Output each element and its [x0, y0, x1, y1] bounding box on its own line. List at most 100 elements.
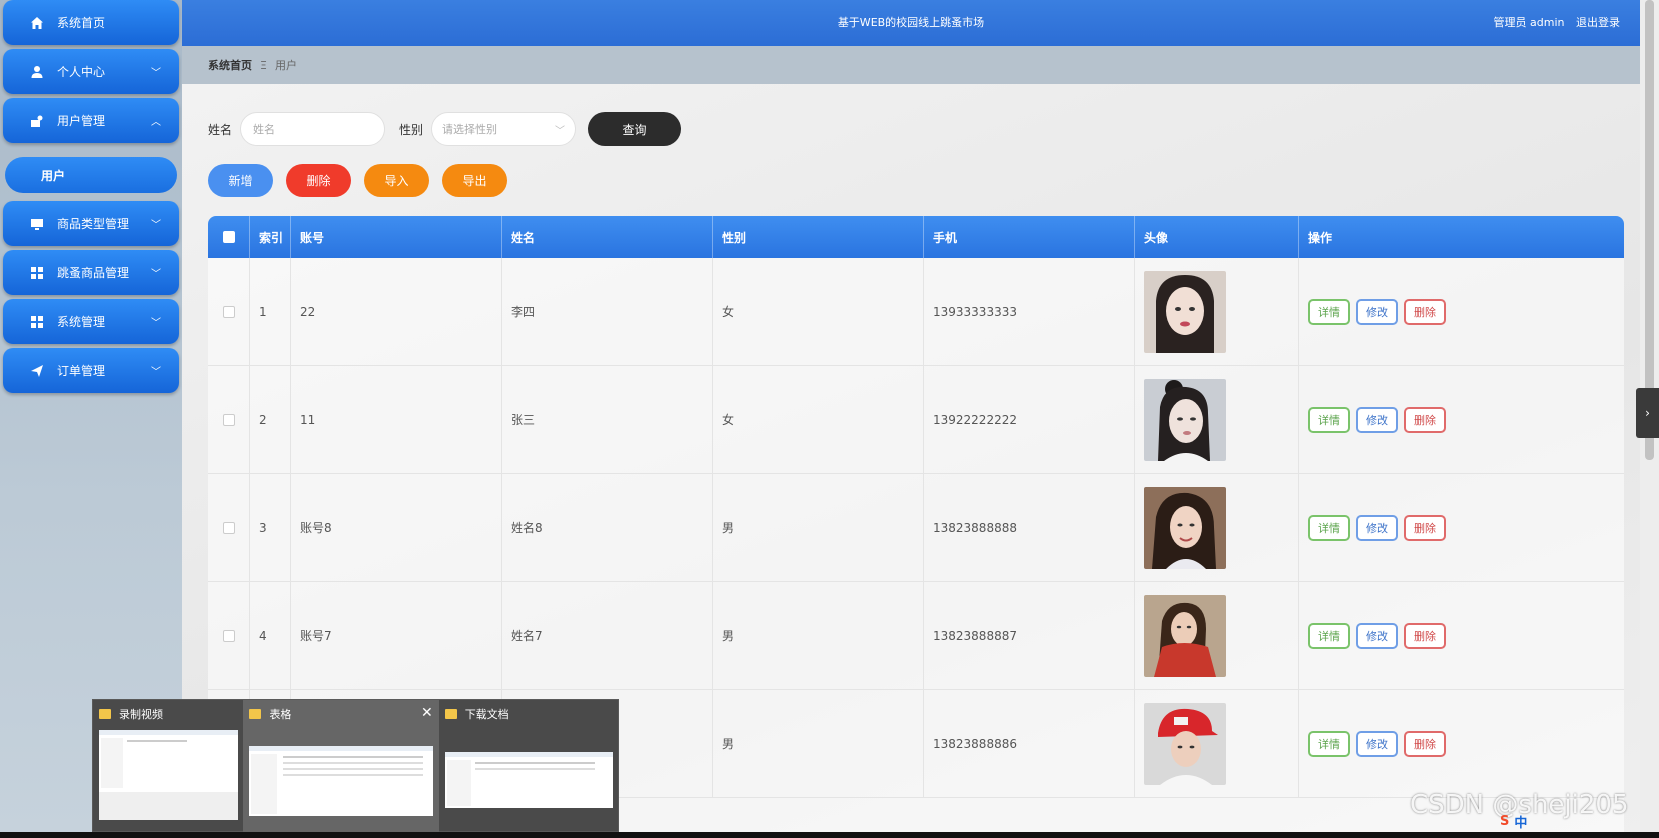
- edit-button[interactable]: 修改: [1356, 514, 1398, 541]
- gender-label: 性别: [399, 122, 424, 137]
- batch-delete-button[interactable]: 删除: [286, 164, 351, 197]
- avatar-image: [1144, 486, 1226, 569]
- logout-link[interactable]: 退出登录: [1576, 16, 1620, 29]
- chevron-down-icon: ﹀: [151, 269, 161, 280]
- delete-button[interactable]: 删除: [1404, 406, 1446, 433]
- table-row: 3 账号8 姓名8 男 13823888888 详情 修改 删除: [208, 474, 1624, 582]
- gender-select[interactable]: 请选择性别 ﹀: [431, 112, 577, 146]
- header-gender: 性别: [713, 216, 924, 258]
- sidebar-item-product-type[interactable]: 商品类型管理 ﹀: [3, 201, 179, 246]
- name-label: 姓名: [208, 122, 233, 137]
- export-button[interactable]: 导出: [442, 164, 507, 197]
- avatar-image: [1144, 594, 1226, 677]
- cell-name: 姓名7: [502, 582, 713, 689]
- row-checkbox[interactable]: [222, 521, 235, 534]
- name-search-input[interactable]: 姓名: [240, 112, 386, 146]
- chevron-right-icon: ›: [1645, 406, 1650, 420]
- chevron-down-icon: ﹀: [555, 126, 566, 137]
- ime-language: 中: [1514, 816, 1528, 831]
- cell-gender: 男: [713, 690, 924, 797]
- row-checkbox[interactable]: [222, 305, 235, 318]
- row-checkbox[interactable]: [222, 413, 235, 426]
- breadcrumb: 系统首页 Ξ 用户: [182, 46, 1640, 84]
- breadcrumb-home[interactable]: 系统首页: [208, 57, 252, 73]
- row-select-cell: [208, 474, 250, 581]
- taskbar-preview-window[interactable]: 表格 ✕: [243, 700, 439, 833]
- chevron-down-icon: ﹀: [151, 68, 161, 79]
- cell-phone: 13922222222: [924, 366, 1135, 473]
- folder-icon: [99, 709, 111, 719]
- gender-placeholder: 请选择性别: [442, 123, 498, 136]
- detail-button[interactable]: 详情: [1308, 730, 1350, 757]
- edit-button[interactable]: 修改: [1356, 622, 1398, 649]
- cell-operations: 详情 修改 删除: [1299, 474, 1624, 581]
- grid-icon: [29, 265, 45, 281]
- close-icon[interactable]: ✕: [421, 705, 433, 721]
- sidebar-item-label: 个人中心: [57, 65, 106, 79]
- preview-thumbnail: [444, 752, 613, 808]
- row-checkbox[interactable]: [222, 629, 235, 642]
- sidebar-item-system[interactable]: 系统管理 ﹀: [3, 299, 179, 344]
- cell-account: 22: [291, 258, 502, 365]
- cell-operations: 详情 修改 删除: [1299, 582, 1624, 689]
- select-all-checkbox[interactable]: [222, 231, 235, 243]
- sidebar-item-label: 系统管理: [57, 315, 106, 329]
- sidebar-item-home[interactable]: 系统首页: [3, 0, 179, 45]
- header-phone: 手机: [924, 216, 1135, 258]
- home-icon: [29, 15, 45, 31]
- taskbar-preview-window[interactable]: 下载文档: [439, 700, 618, 833]
- import-button[interactable]: 导入: [364, 164, 429, 197]
- action-buttons: 新增 删除 导入 导出: [208, 164, 520, 197]
- avatar-image: [1144, 702, 1226, 785]
- person-icon: [29, 64, 45, 80]
- avatar-image: [1144, 378, 1226, 461]
- preview-title: 下载文档: [444, 706, 612, 722]
- ime-toolbar[interactable]: S 中: [1500, 812, 1527, 831]
- detail-button[interactable]: 详情: [1308, 298, 1350, 325]
- cell-name: 李四: [502, 258, 713, 365]
- taskbar-preview-window[interactable]: 录制视频: [93, 700, 243, 833]
- detail-button[interactable]: 详情: [1308, 406, 1350, 433]
- cell-operations: 详情 修改 删除: [1299, 690, 1624, 797]
- sidebar-subitem-user[interactable]: 用户: [5, 157, 177, 193]
- cell-phone: 13933333333: [924, 258, 1135, 365]
- taskbar-preview-popup: 录制视频 表格 ✕ 下载文档: [92, 699, 619, 833]
- preview-title: 录制视频: [99, 706, 237, 722]
- edit-button[interactable]: 修改: [1356, 298, 1398, 325]
- sidebar-item-flea-product[interactable]: 跳蚤商品管理 ﹀: [3, 250, 179, 295]
- side-expand-tab[interactable]: ›: [1636, 388, 1659, 438]
- header-name: 姓名: [502, 216, 713, 258]
- delete-button[interactable]: 删除: [1404, 730, 1446, 757]
- query-button[interactable]: 查询: [588, 112, 682, 146]
- sidebar-item-label: 用户管理: [57, 114, 106, 128]
- avatar-image: [1144, 270, 1226, 353]
- sidebar-item-personal-center[interactable]: 个人中心 ﹀: [3, 49, 179, 94]
- edit-button[interactable]: 修改: [1356, 406, 1398, 433]
- header-index: 索引: [250, 216, 291, 258]
- preview-title-text: 录制视频: [119, 708, 163, 721]
- cell-index: 4: [250, 582, 291, 689]
- cell-avatar: [1135, 582, 1299, 689]
- detail-button[interactable]: 详情: [1308, 514, 1350, 541]
- cell-avatar: [1135, 690, 1299, 797]
- sidebar-item-user-management[interactable]: 用户管理 ︿: [3, 98, 179, 143]
- cell-phone: 13823888886: [924, 690, 1135, 797]
- detail-button[interactable]: 详情: [1308, 622, 1350, 649]
- cell-name: 姓名8: [502, 474, 713, 581]
- cell-phone: 13823888887: [924, 582, 1135, 689]
- row-select-cell: [208, 366, 250, 473]
- search-bar: 姓名 姓名 性别 请选择性别 ﹀ 查询: [208, 112, 682, 146]
- edit-button[interactable]: 修改: [1356, 730, 1398, 757]
- preview-title-text: 表格: [269, 708, 292, 721]
- send-icon: [29, 363, 45, 379]
- delete-button[interactable]: 删除: [1404, 514, 1446, 541]
- sidebar-item-orders[interactable]: 订单管理 ﹀: [3, 348, 179, 393]
- delete-button[interactable]: 删除: [1404, 298, 1446, 325]
- cell-gender: 女: [713, 366, 924, 473]
- delete-button[interactable]: 删除: [1404, 622, 1446, 649]
- chevron-up-icon: ︿: [151, 117, 161, 128]
- sidebar-item-label: 订单管理: [57, 364, 106, 378]
- select-all-cell: [208, 216, 250, 258]
- cell-phone: 13823888888: [924, 474, 1135, 581]
- add-button[interactable]: 新增: [208, 164, 273, 197]
